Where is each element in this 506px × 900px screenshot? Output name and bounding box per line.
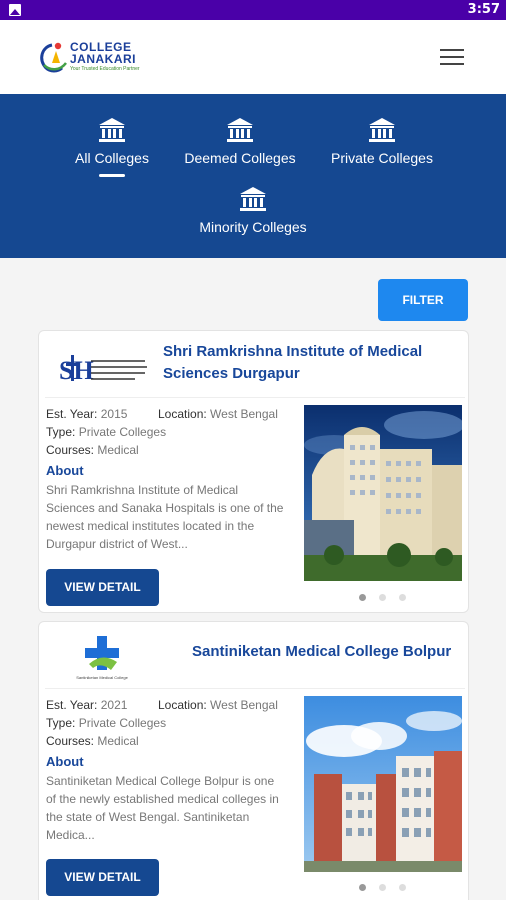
institution-icon [369, 118, 395, 142]
category-tabs: All Colleges Deemed Colleges Private Col… [0, 94, 506, 258]
image-notification-icon [9, 4, 21, 16]
view-detail-button[interactable]: VIEW DETAIL [46, 569, 159, 606]
tab-private-colleges[interactable]: Private Colleges [312, 117, 452, 166]
est-year-label: Est. Year: [46, 698, 98, 712]
carousel-dot[interactable] [399, 884, 406, 891]
status-bar: 3:57 [0, 0, 506, 20]
type-value: Private Colleges [78, 425, 167, 439]
campus-building-image [304, 696, 462, 872]
type-value: Private Colleges [78, 716, 167, 730]
logo-caption: Santiniketan Medical College [76, 675, 128, 680]
logo-text-janakari: JANAKARI [70, 52, 137, 66]
svg-text:SH: SH [59, 356, 94, 385]
about-text: Santiniketan Medical College Bolpur is o… [46, 774, 279, 842]
carousel-dot[interactable] [359, 884, 366, 891]
tab-label: Deemed Colleges [184, 150, 296, 166]
courses-value: Medical [97, 734, 139, 748]
tab-label: Private Colleges [331, 150, 433, 166]
card-divider [45, 397, 465, 398]
carousel-indicator[interactable] [359, 594, 407, 602]
carousel-dot[interactable] [379, 594, 386, 601]
college-photo[interactable] [304, 405, 462, 581]
courses-value: Medical [97, 443, 139, 457]
college-name[interactable]: Santiniketan Medical College Bolpur [192, 641, 462, 663]
tab-deemed-colleges[interactable]: Deemed Colleges [170, 117, 310, 166]
campus-building-image [304, 405, 462, 581]
tab-label: All Colleges [75, 150, 149, 166]
about-heading: About [46, 463, 84, 478]
logo-tagline: Your Trusted Education Partner [70, 66, 140, 72]
card-divider [45, 688, 465, 689]
institution-icon [227, 118, 253, 142]
tab-label: Minority Colleges [199, 219, 307, 235]
carousel-dot[interactable] [359, 594, 366, 601]
est-year-value: 2015 [100, 407, 128, 421]
college-info: Est. Year: 2015 Location: West Bengal Ty… [46, 405, 296, 459]
view-detail-button[interactable]: VIEW DETAIL [46, 859, 159, 896]
courses-label: Courses: [46, 734, 95, 748]
location-value: West Bengal [210, 698, 278, 712]
santiniketan-logo-icon: Santiniketan Medical College [76, 636, 129, 680]
about-text: Shri Ramkrishna Institute of Medical Sci… [46, 483, 284, 551]
institution-icon [99, 118, 125, 142]
carousel-dot[interactable] [379, 884, 386, 891]
college-info: Est. Year: 2021 Location: West Bengal Ty… [46, 696, 296, 750]
location-label: Location: [158, 407, 207, 421]
carousel-indicator[interactable] [359, 884, 407, 892]
college-logo: SH [49, 343, 155, 391]
hamburger-menu-icon[interactable] [440, 49, 466, 67]
type-label: Type: [46, 716, 76, 730]
college-card[interactable]: Santiniketan Medical College Santiniketa… [38, 621, 469, 900]
tab-minority-colleges[interactable]: Minority Colleges [183, 186, 323, 235]
status-time: 3:57 [467, 2, 500, 17]
college-logo: Santiniketan Medical College [49, 634, 155, 682]
location-value: West Bengal [210, 407, 278, 421]
location-label: Location: [158, 698, 207, 712]
tab-all-colleges[interactable]: All Colleges [42, 117, 182, 177]
est-year-value: 2021 [100, 698, 128, 712]
logo-figure-icon [40, 42, 67, 73]
college-janakari-logo[interactable]: COLLEGE JANAKARI Your Trusted Education … [38, 38, 148, 78]
type-label: Type: [46, 425, 76, 439]
about-heading: About [46, 754, 84, 769]
filter-button[interactable]: FILTER [378, 279, 468, 321]
college-name[interactable]: Shri Ramkrishna Institute of Medical Sci… [163, 341, 433, 385]
srims-logo-icon: SH [59, 355, 147, 385]
app-bar: COLLEGE JANAKARI Your Trusted Education … [0, 20, 506, 94]
courses-label: Courses: [46, 443, 95, 457]
carousel-dot[interactable] [399, 594, 406, 601]
active-tab-indicator [99, 174, 125, 177]
institution-icon [240, 187, 266, 211]
college-photo[interactable] [304, 696, 462, 872]
college-card[interactable]: SH Shri Ramkrishna Institute of Medical … [38, 330, 469, 613]
est-year-label: Est. Year: [46, 407, 98, 421]
